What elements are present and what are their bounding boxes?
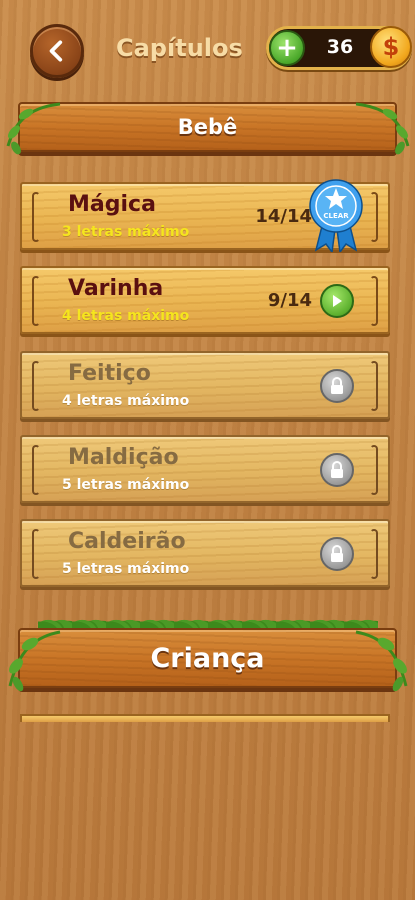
vine-decoration (6, 102, 61, 155)
section-banner-bebe: Bebê (18, 102, 397, 152)
page-title: Capítulos (116, 34, 243, 62)
back-button[interactable] (30, 24, 84, 78)
chapter-card-magica[interactable]: Mágica 3 letras máximo 14/14 CLEAR (20, 179, 390, 252)
chapter-progress: 14/14 (255, 206, 312, 227)
chapter-card-feitico[interactable]: Feitiço 4 letras máximo (20, 351, 390, 419)
chapter-subtitle: 3 letras máximo (62, 224, 190, 240)
rope-decoration (370, 361, 378, 411)
chapter-subtitle: 4 letras máximo (62, 308, 190, 324)
add-coins-button[interactable]: + (269, 30, 305, 66)
rope-decoration (370, 445, 378, 495)
play-icon (333, 295, 342, 307)
chapter-name: Mágica (68, 192, 156, 217)
rope-decoration (370, 276, 378, 326)
rope-decoration (32, 361, 40, 411)
section-title: Criança (150, 642, 265, 674)
section-banner-crianca: Criança (18, 628, 397, 688)
chapter-card-caldeirao[interactable]: Caldeirão 5 letras máximo (20, 519, 390, 587)
chevron-left-icon (49, 40, 63, 62)
chapter-card-maldicao[interactable]: Maldição 5 letras máximo (20, 435, 390, 503)
rope-decoration (370, 529, 378, 579)
lock-icon (320, 369, 354, 403)
rope-decoration (32, 192, 40, 242)
rope-decoration (370, 192, 378, 242)
chapter-card-partial[interactable] (20, 714, 390, 722)
rope-decoration (32, 445, 40, 495)
rope-decoration (32, 276, 40, 326)
vine-decoration (8, 630, 61, 692)
clear-badge-label: CLEAR (323, 212, 349, 220)
chapter-name: Maldição (68, 445, 179, 470)
clear-badge-icon: CLEAR (309, 179, 363, 252)
chapter-subtitle: 5 letras máximo (62, 561, 190, 577)
chapter-subtitle: 4 letras máximo (62, 393, 190, 409)
coin-icon: $ (370, 26, 412, 68)
chapter-name: Varinha (68, 276, 164, 301)
chapter-card-varinha[interactable]: Varinha 4 letras máximo 9/14 (20, 266, 390, 334)
chapter-name: Feitiço (68, 361, 151, 386)
coin-count: 36 (326, 36, 354, 58)
chapter-subtitle: 5 letras máximo (62, 477, 190, 493)
chapter-name: Caldeirão (68, 529, 186, 554)
vine-decoration (355, 102, 410, 155)
vine-decoration (355, 630, 408, 692)
chapter-progress: 9/14 (267, 290, 312, 311)
play-button[interactable] (320, 284, 354, 318)
top-bar: Capítulos + 36 $ (0, 0, 415, 100)
section-title: Bebê (177, 115, 238, 139)
lock-icon (320, 537, 354, 571)
rope-decoration (32, 529, 40, 579)
lock-icon (320, 453, 354, 487)
